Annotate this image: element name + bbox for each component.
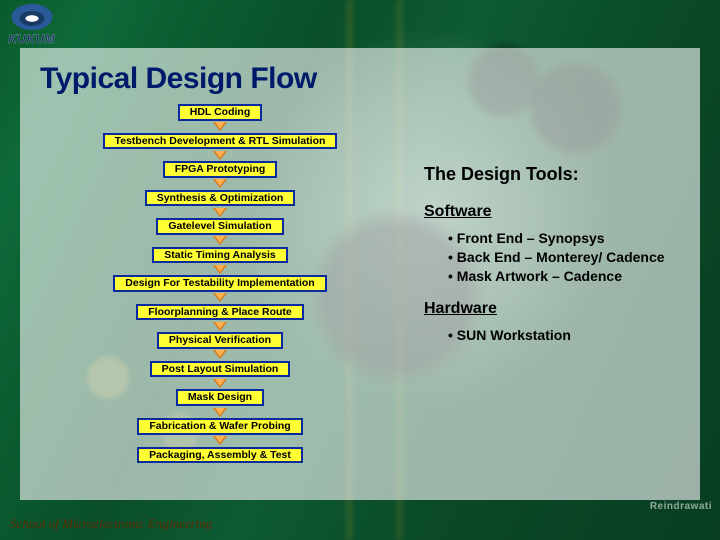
flow-diagram: HDL Coding Testbench Development & RTL S…	[40, 104, 400, 463]
arrow-down-icon	[213, 350, 227, 359]
arrow-down-icon	[213, 322, 227, 331]
list-item: • SUN Workstation	[448, 326, 680, 345]
flow-step: Gatelevel Simulation	[156, 218, 283, 235]
hardware-list: • SUN Workstation	[448, 326, 680, 345]
flow-step: Physical Verification	[157, 332, 283, 349]
slide: KUKUM Typical Design Flow HDL Coding Tes…	[0, 0, 720, 540]
hardware-heading: Hardware	[424, 300, 680, 318]
arrow-down-icon	[213, 436, 227, 445]
logo-text: KUKUM	[8, 32, 55, 46]
flow-step: Testbench Development & RTL Simulation	[103, 133, 338, 150]
arrow-down-icon	[213, 408, 227, 417]
flow-step: Floorplanning & Place Route	[136, 304, 304, 321]
slide-title: Typical Design Flow	[40, 62, 680, 96]
flow-step: Post Layout Simulation	[150, 361, 291, 378]
flow-step: Static Timing Analysis	[152, 247, 287, 264]
content-panel: Typical Design Flow HDL Coding Testbench…	[20, 48, 700, 500]
software-list: • Front End – Synopsys • Back End – Mont…	[448, 229, 680, 286]
list-item: • Front End – Synopsys	[448, 229, 680, 248]
arrow-down-icon	[213, 179, 227, 188]
watermark: Reindrawati	[650, 501, 712, 512]
list-item: • Back End – Monterey/ Cadence	[448, 248, 680, 267]
software-heading: Software	[424, 203, 680, 221]
arrow-down-icon	[213, 379, 227, 388]
tools-heading: The Design Tools:	[424, 164, 680, 185]
tools-column: The Design Tools: Software • Front End –…	[424, 104, 680, 463]
flow-step: Packaging, Assembly & Test	[137, 447, 303, 464]
flow-step: Design For Testability Implementation	[113, 275, 326, 292]
columns: HDL Coding Testbench Development & RTL S…	[40, 104, 680, 463]
flow-step: Fabrication & Wafer Probing	[137, 418, 302, 435]
arrow-down-icon	[213, 151, 227, 160]
footer-text: School of Microelectronic Engineering	[10, 516, 212, 532]
arrow-down-icon	[213, 122, 227, 131]
flow-step: FPGA Prototyping	[163, 161, 278, 178]
arrow-down-icon	[213, 208, 227, 217]
arrow-down-icon	[213, 236, 227, 245]
flow-step: Synthesis & Optimization	[145, 190, 296, 207]
list-item: • Mask Artwork – Cadence	[448, 267, 680, 286]
logo: KUKUM	[8, 2, 55, 46]
logo-swirl-icon	[10, 2, 54, 32]
flow-step: Mask Design	[176, 389, 264, 406]
arrow-down-icon	[213, 265, 227, 274]
flow-step: HDL Coding	[178, 104, 262, 121]
arrow-down-icon	[213, 293, 227, 302]
